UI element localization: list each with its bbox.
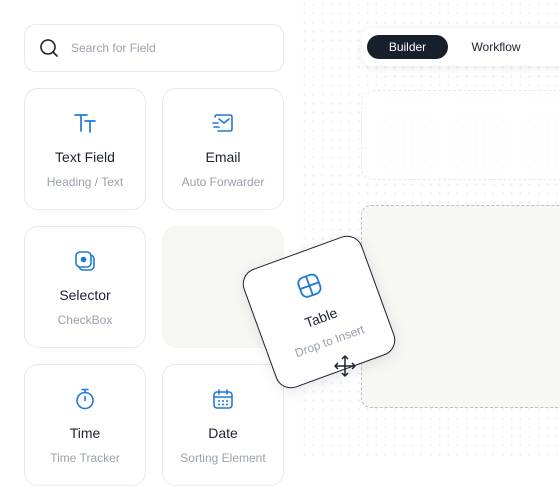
field-card-text[interactable]: Text Field Heading / Text <box>24 88 146 210</box>
field-card-selector[interactable]: Selector CheckBox <box>24 226 146 348</box>
field-subtitle: Sorting Element <box>180 451 266 465</box>
drop-zone[interactable] <box>361 205 560 408</box>
field-title: Selector <box>59 287 111 303</box>
field-card-time[interactable]: Time Time Tracker <box>24 364 146 486</box>
field-subtitle: Heading / Text <box>46 175 124 189</box>
email-icon <box>212 114 233 132</box>
text-type-icon <box>74 114 96 133</box>
stopwatch-icon <box>76 388 94 410</box>
calendar-icon <box>213 389 233 409</box>
field-card-date[interactable]: Date Sorting Element <box>162 364 284 486</box>
field-subtitle: CheckBox <box>57 313 113 327</box>
field-title: Email <box>205 149 241 165</box>
tab-workflow[interactable]: Workflow <box>454 35 538 59</box>
search-icon <box>40 39 58 57</box>
field-subtitle: Auto Forwarder <box>181 175 265 189</box>
mode-switch: Builder Workflow <box>362 28 560 66</box>
field-card-email[interactable]: Email Auto Forwarder <box>162 88 284 210</box>
selector-icon <box>75 251 95 271</box>
field-title: Date <box>208 425 238 441</box>
canvas-slot <box>361 90 560 180</box>
field-title: Time <box>69 425 101 441</box>
tab-builder[interactable]: Builder <box>367 35 448 59</box>
search-box[interactable]: Search for Field <box>24 24 284 72</box>
move-cursor-icon <box>334 355 356 377</box>
field-title: Text Field <box>55 149 115 165</box>
table-icon <box>297 273 322 298</box>
search-input[interactable]: Search for Field <box>71 41 156 55</box>
field-subtitle: Time Tracker <box>50 451 120 465</box>
